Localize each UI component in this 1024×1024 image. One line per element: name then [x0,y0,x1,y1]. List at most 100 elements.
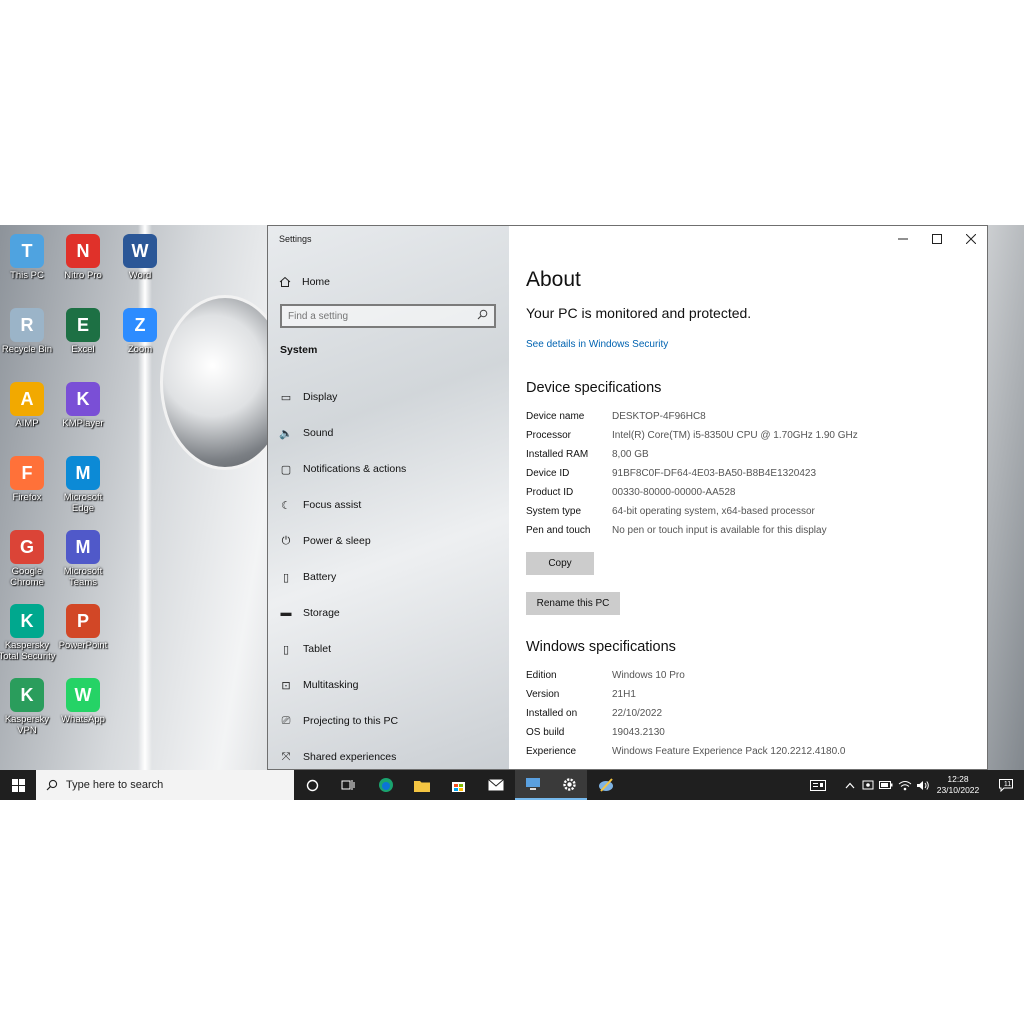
desktop-icon-label: Microsoft Edge [63,492,103,514]
search-icon [46,779,58,791]
start-button[interactable] [0,770,36,800]
task-view-icon [341,780,355,790]
storage-icon: ▬ [280,607,292,619]
nav-list: ▭ Display 🔈 Sound ▢ Notifications & actions ☾ F… [268,379,509,769]
nav-item-focus-assist[interactable]: ☾ Focus assist [268,487,509,523]
windows-security-link[interactable]: See details in Windows Security [526,339,668,350]
sound-icon: 🔈 [279,427,293,440]
desktop-icon-label: WhatsApp [61,714,105,725]
nav-item-label: Projecting to this PC [303,715,399,727]
spec-row: System type 64-bit operating system, x64-… [526,506,858,525]
device-specs-table: Device name DESKTOP-4F96HC8 Processor Intel… [526,411,858,544]
settings-window: Settings Home System ▭ Display 🔈 Sound ▢ Noti… [267,225,988,770]
desktop-icon-label: Microsoft Teams [63,566,103,588]
aimp-icon: A [10,382,44,416]
spec-value: 21H1 [612,689,636,700]
recycle-bin-icon: R [10,308,44,342]
desktop-icon-label: Nitro Pro [64,270,102,281]
spec-key: Device ID [526,468,570,479]
nav-item-tablet[interactable]: ▯ Tablet [268,631,509,667]
desktop-icon[interactable]: N Nitro Pro [53,230,113,300]
battery-icon [879,781,893,789]
settings-search-box[interactable] [280,304,496,328]
nav-item-notifications-actions[interactable]: ▢ Notifications & actions [268,451,509,487]
desktop-icon[interactable]: Z Zoom [110,304,170,374]
rename-pc-button[interactable]: Rename this PC [526,592,620,615]
news-icon [810,779,826,791]
desktop-icon[interactable]: P PowerPoint [53,600,113,670]
battery-icon: ▯ [282,571,290,584]
nav-item-label: Power & sleep [303,535,371,547]
desktop-icon[interactable]: W WhatsApp [53,674,113,744]
spec-value: 8,00 GB [612,449,649,460]
nav-item-label: Multitasking [303,679,359,691]
taskbar-search-box[interactable]: Type here to search [36,770,294,800]
desktop-icon-label: AIMP [15,418,39,429]
taskbar-mail[interactable] [478,770,514,800]
copy-button[interactable]: Copy [526,552,594,575]
taskbar-search-placeholder: Type here to search [66,779,164,791]
desktop-icon[interactable]: T This PC [0,230,57,300]
taskbar-paint[interactable] [588,770,624,800]
taskbar-settings[interactable] [551,770,587,800]
nav-home-label: Home [302,276,331,288]
desktop-icon-label: KMPlayer [62,418,104,429]
desktop-icon[interactable]: K Kaspersky VPN [0,674,57,744]
desktop-icon[interactable]: E Excel [53,304,113,374]
spec-key: Version [526,689,560,700]
nav-item-storage[interactable]: ▬ Storage [268,595,509,631]
desktop-icon[interactable]: R Recycle Bin [0,304,57,374]
nav-item-label: Storage [303,607,340,619]
wifi-icon [898,780,912,790]
desktop-icon[interactable]: M Microsoft Edge [53,452,113,522]
kmplayer-icon: K [66,382,100,416]
spec-row: Device name DESKTOP-4F96HC8 [526,411,858,430]
desktop-icon[interactable]: A AIMP [0,378,57,448]
desktop-icon[interactable]: K Kaspersky Total Security [0,600,57,670]
nav-home[interactable]: Home [278,271,330,293]
task-view-button[interactable] [330,770,366,800]
word-icon: W [123,234,157,268]
monitor-icon: T [10,234,44,268]
nav-item-sound[interactable]: 🔈 Sound [268,415,509,451]
nav-item-label: Battery [303,571,337,583]
spec-value: No pen or touch input is available for t… [612,525,827,536]
spec-value: 91BF8C0F-DF64-4E03-BA50-B8B4E1320423 [612,468,817,479]
spec-value: 19043.2130 [612,727,665,738]
nav-item-multitasking[interactable]: ⊡ Multitasking [268,667,509,703]
tray-app-button[interactable] [860,770,876,800]
window-title: Settings [279,234,312,244]
spec-key: Device name [526,411,585,422]
cortana-button[interactable] [294,770,330,800]
desktop-icon[interactable]: G Google Chrome [0,526,57,596]
taskbar-edge[interactable] [368,770,404,800]
focus-assist-icon: ☾ [281,499,291,512]
gear-icon [562,777,576,791]
nav-item-label: Display [303,391,338,403]
wifi-status[interactable] [896,770,914,800]
desktop-icon[interactable]: M Microsoft Teams [53,526,113,596]
nav-item-battery[interactable]: ▯ Battery [268,559,509,595]
nav-item-shared-experiences[interactable]: ⤧ Shared experiences [268,739,509,769]
device-specs-heading: Device specifications [526,380,662,396]
desktop-icon[interactable]: F Firefox [0,452,57,522]
news-widget-button[interactable] [806,770,830,800]
nav-item-power-sleep[interactable]: ⏻ Power & sleep [268,523,509,559]
taskbar-file-explorer[interactable] [404,770,440,800]
spec-value: Windows 10 Pro [612,670,685,681]
hidden-icons-button[interactable] [842,770,858,800]
nav-item-display[interactable]: ▭ Display [268,379,509,415]
desktop-icon-label: Zoom [127,344,153,355]
action-center-button[interactable]: 11 [992,770,1018,800]
desktop-icon[interactable]: K KMPlayer [53,378,113,448]
network-computer-icon [526,778,540,790]
battery-status[interactable] [877,770,895,800]
settings-search-input[interactable] [288,310,477,322]
display-icon: ▭ [280,391,292,404]
taskbar-network-app[interactable] [515,770,551,800]
nav-item-projecting-to-this-pc[interactable]: ⎚ Projecting to this PC [268,703,509,739]
taskbar-store[interactable] [440,770,476,800]
desktop: T This PC N Nitro Pro W Word R Recycle Bin E Exce… [0,225,1024,800]
taskbar-clock[interactable]: 12:28 23/10/2022 [928,774,988,796]
desktop-icon[interactable]: W Word [110,230,170,300]
